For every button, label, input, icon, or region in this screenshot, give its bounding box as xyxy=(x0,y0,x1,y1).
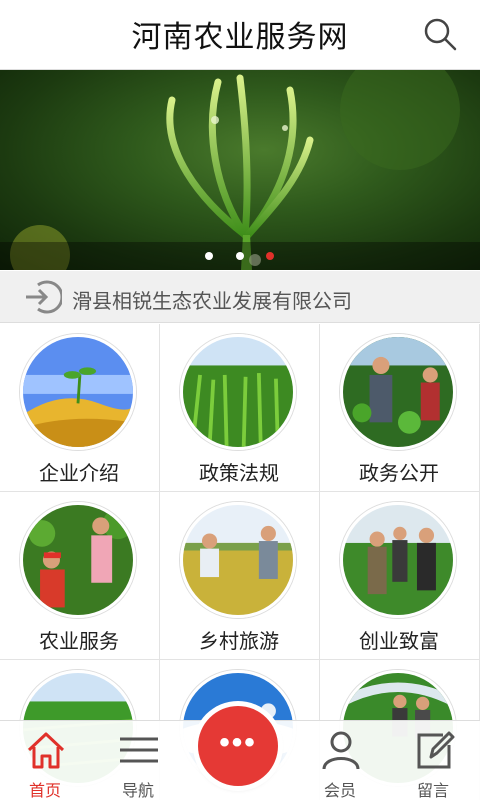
site-title: 河南农业服务网 xyxy=(131,21,349,54)
tab-label: 首页 xyxy=(28,783,61,800)
edit-icon xyxy=(417,731,455,769)
tab-label: 导航 xyxy=(121,783,154,800)
grid-item-gov-affairs[interactable]: 政务公开 xyxy=(320,324,480,492)
service-grid: 企业介绍 政策法规 政务公开 农业服务 乡村旅游 创业致富 xyxy=(0,324,480,800)
grid-item-company-intro[interactable]: 企业介绍 xyxy=(0,324,160,492)
carousel-dot-1[interactable] xyxy=(205,252,213,260)
grid-item-label: 农业服务 xyxy=(39,631,119,653)
rural-tourism-image xyxy=(180,502,296,618)
home-icon xyxy=(27,732,65,769)
grid-item-rural-tourism[interactable]: 乡村旅游 xyxy=(160,492,320,660)
more-button[interactable]: ••• xyxy=(198,706,278,786)
grid-item-entrepreneurship[interactable]: 创业致富 xyxy=(320,492,480,660)
entrepreneurship-image xyxy=(340,502,456,618)
tab-label: 留言 xyxy=(416,783,449,800)
grid-item-label: 政务公开 xyxy=(359,463,439,485)
gov-affairs-image xyxy=(340,334,456,450)
agri-service-image xyxy=(20,502,136,618)
grid-item-label: 企业介绍 xyxy=(39,463,119,485)
grid-item-label: 乡村旅游 xyxy=(199,631,279,653)
grid-item-label: 创业致富 xyxy=(359,631,439,653)
tab-label: 会员 xyxy=(323,783,356,800)
login-arrow-icon xyxy=(26,280,62,314)
search-icon[interactable] xyxy=(420,14,460,54)
tab-message[interactable]: 留言 xyxy=(393,721,473,800)
tab-member[interactable]: 会员 xyxy=(300,721,380,800)
user-icon xyxy=(322,731,360,770)
carousel-dot-2[interactable] xyxy=(236,252,244,260)
carousel-indicator-bar xyxy=(0,242,480,270)
banner-image xyxy=(10,70,460,270)
menu-icon xyxy=(120,737,158,763)
company-name: 滑县相锐生态农业发展有限公司 xyxy=(72,291,352,313)
tab-home[interactable]: 首页 xyxy=(5,721,85,800)
company-intro-image xyxy=(20,334,136,450)
carousel-dot-3[interactable] xyxy=(266,252,274,260)
company-notice-bar[interactable]: 滑县相锐生态农业发展有限公司 xyxy=(0,271,480,323)
top-header: 河南农业服务网 xyxy=(0,0,480,70)
tab-navigation[interactable]: 导航 xyxy=(98,721,178,800)
banner-carousel[interactable] xyxy=(0,70,480,270)
more-icon: ••• xyxy=(219,726,257,759)
policy-image xyxy=(180,334,296,450)
grid-item-label: 政策法规 xyxy=(199,463,279,485)
grid-item-policy[interactable]: 政策法规 xyxy=(160,324,320,492)
grid-item-agri-service[interactable]: 农业服务 xyxy=(0,492,160,660)
